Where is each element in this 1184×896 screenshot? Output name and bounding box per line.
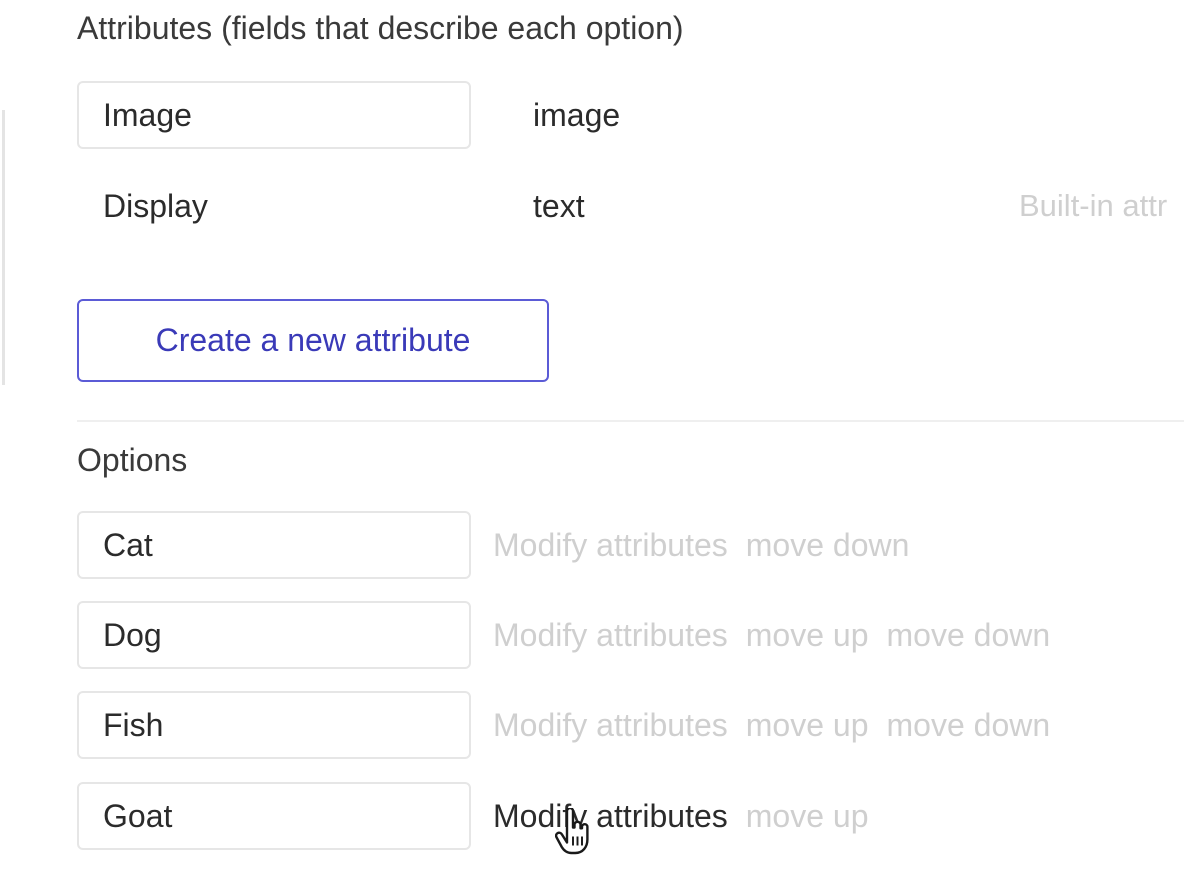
- option-actions: Modify attributes move up: [493, 798, 887, 835]
- move-down-link[interactable]: move down: [887, 707, 1051, 743]
- modify-attributes-link[interactable]: Modify attributes: [493, 617, 728, 653]
- move-up-link[interactable]: move up: [746, 798, 869, 834]
- option-row-goat: Modify attributes move up: [77, 782, 1184, 854]
- option-name-input[interactable]: [77, 601, 471, 669]
- move-down-link[interactable]: move down: [887, 617, 1051, 653]
- attribute-name-input[interactable]: [77, 81, 471, 149]
- option-name-input[interactable]: [77, 782, 471, 850]
- section-divider: [77, 420, 1184, 422]
- option-row-cat: Modify attributes move down: [77, 511, 1184, 583]
- option-actions: Modify attributes move up move down: [493, 617, 1068, 654]
- create-new-attribute-button[interactable]: Create a new attribute: [77, 299, 549, 382]
- attribute-row-image: image: [77, 81, 1184, 153]
- attribute-type-label: text: [533, 188, 585, 224]
- hand-pointer-icon: [555, 808, 589, 855]
- option-row-fish: Modify attributes move up move down: [77, 691, 1184, 763]
- left-panel-edge: [2, 110, 5, 385]
- move-down-link[interactable]: move down: [746, 527, 910, 563]
- attribute-type-label: image: [533, 97, 621, 133]
- move-up-link[interactable]: move up: [746, 617, 869, 653]
- attributes-heading: Attributes (fields that describe each op…: [77, 10, 684, 46]
- option-actions: Modify attributes move up move down: [493, 707, 1068, 744]
- modify-attributes-link[interactable]: Modify attributes: [493, 707, 728, 743]
- option-actions: Modify attributes move down: [493, 527, 927, 564]
- modify-attributes-link[interactable]: Modify attributes: [493, 798, 728, 834]
- option-set-editor: Attributes (fields that describe each op…: [0, 0, 1184, 896]
- option-name-input[interactable]: [77, 691, 471, 759]
- attribute-row-display: Display text Built-in attr: [77, 172, 1184, 244]
- attribute-name-label: Display: [103, 188, 208, 224]
- move-up-link[interactable]: move up: [746, 707, 869, 743]
- modify-attributes-link[interactable]: Modify attributes: [493, 527, 728, 563]
- options-heading: Options: [77, 442, 188, 478]
- option-row-dog: Modify attributes move up move down: [77, 601, 1184, 673]
- option-name-input[interactable]: [77, 511, 471, 579]
- builtin-attribute-note: Built-in attr: [1019, 188, 1168, 223]
